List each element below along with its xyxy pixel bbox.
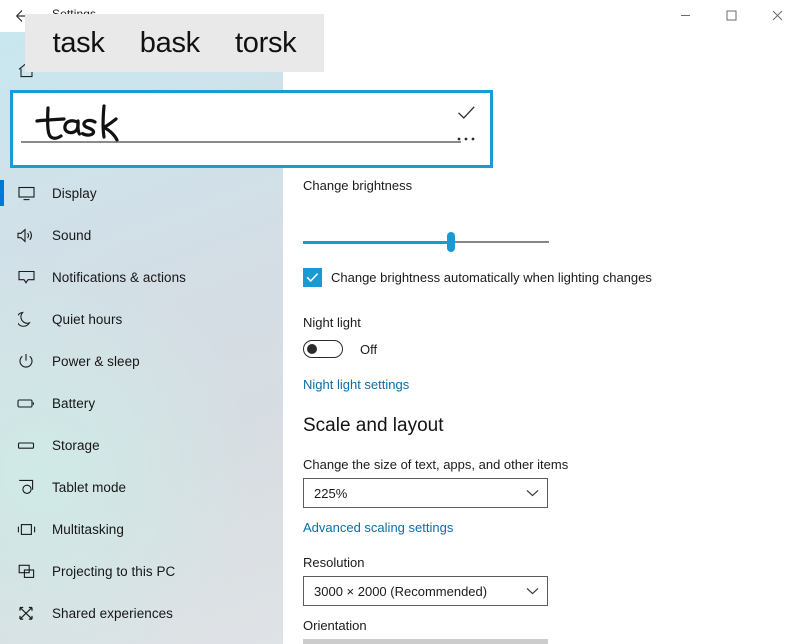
scale-and-layout-heading: Scale and layout	[303, 415, 444, 436]
auto-brightness-checkbox-row[interactable]: Change brightness automatically when lig…	[303, 268, 652, 287]
chevron-down-icon	[526, 587, 539, 595]
sidebar-item-label: Shared experiences	[52, 605, 173, 621]
sidebar-item-tablet-mode[interactable]: Tablet mode	[0, 466, 283, 508]
multitasking-icon	[0, 523, 52, 536]
sidebar-item-label: Storage	[52, 437, 100, 453]
monitor-icon	[0, 186, 52, 201]
sidebar-item-storage[interactable]: Storage	[0, 424, 283, 466]
sidebar-item-label: Power & sleep	[52, 353, 140, 369]
selection-indicator	[0, 180, 4, 206]
orientation-label: Orientation	[303, 618, 367, 633]
sidebar-item-notifications[interactable]: Notifications & actions	[0, 256, 283, 298]
close-button[interactable]	[754, 0, 800, 30]
sidebar-item-label: Quiet hours	[52, 311, 123, 327]
sidebar-item-label: Notifications & actions	[52, 269, 186, 285]
projecting-icon	[0, 564, 52, 579]
slider-thumb[interactable]	[447, 232, 455, 252]
suggestion-candidate-0[interactable]: task	[53, 27, 105, 60]
scale-dropdown[interactable]: 225%	[303, 478, 548, 508]
night-light-settings-link[interactable]: Night light settings	[303, 377, 409, 392]
sidebar-item-battery[interactable]: Battery	[0, 382, 283, 424]
notification-icon	[0, 270, 52, 285]
shared-experiences-icon	[0, 606, 52, 621]
handwriting-ink-stroke	[31, 101, 151, 151]
speaker-icon	[0, 227, 52, 243]
sidebar-item-label: Projecting to this PC	[52, 563, 176, 579]
handwriting-accept-button[interactable]	[452, 100, 480, 124]
resolution-dropdown-value: 3000 × 2000 (Recommended)	[314, 583, 488, 599]
suggestion-candidate-1[interactable]: bask	[140, 27, 200, 60]
sidebar-item-quiet-hours[interactable]: Quiet hours	[0, 298, 283, 340]
sidebar-item-display[interactable]: Display	[0, 172, 283, 214]
scale-size-label: Change the size of text, apps, and other…	[303, 457, 569, 472]
minimize-button[interactable]	[662, 0, 708, 30]
power-icon	[0, 353, 52, 369]
sidebar-item-shared-experiences[interactable]: Shared experiences	[0, 592, 283, 634]
toggle-knob	[307, 344, 317, 354]
maximize-button[interactable]	[708, 0, 754, 30]
night-light-toggle-row[interactable]: Off	[303, 340, 377, 358]
scale-dropdown-value: 225%	[314, 485, 348, 501]
sidebar-item-label: Tablet mode	[52, 479, 127, 495]
advanced-scaling-settings-link[interactable]: Advanced scaling settings	[303, 520, 453, 535]
resolution-dropdown[interactable]: 3000 × 2000 (Recommended)	[303, 576, 548, 606]
brightness-label: Change brightness	[303, 178, 413, 193]
moon-icon	[0, 311, 52, 327]
settings-window: Settings	[0, 0, 800, 644]
auto-brightness-label: Change brightness automatically when lig…	[331, 270, 652, 285]
night-light-toggle[interactable]	[303, 340, 343, 358]
sidebar-nav: Display Sound Notifications & actions Qu…	[0, 172, 283, 634]
sidebar-item-label: Battery	[52, 395, 96, 411]
sidebar-item-label: Multitasking	[52, 521, 124, 537]
orientation-dropdown: Landscape (flipped)	[303, 639, 548, 644]
resolution-label: Resolution	[303, 555, 365, 570]
sidebar-item-label: Sound	[52, 227, 92, 243]
sidebar-item-multitasking[interactable]: Multitasking	[0, 508, 283, 550]
sidebar-item-projecting[interactable]: Projecting to this PC	[0, 550, 283, 592]
tablet-icon	[0, 479, 52, 495]
chevron-down-icon	[526, 489, 539, 497]
window-controls	[662, 0, 800, 30]
handwriting-suggestion-bar: task bask torsk	[25, 14, 324, 72]
sidebar-item-sound[interactable]: Sound	[0, 214, 283, 256]
battery-icon	[0, 398, 52, 409]
sidebar-item-power-sleep[interactable]: Power & sleep	[0, 340, 283, 382]
auto-brightness-checkbox[interactable]	[303, 268, 322, 287]
brightness-slider[interactable]	[303, 232, 549, 252]
slider-fill	[303, 240, 451, 244]
storage-icon	[0, 440, 52, 451]
night-light-state: Off	[360, 341, 378, 357]
sidebar-item-label: Display	[52, 185, 97, 201]
suggestion-candidate-2[interactable]: torsk	[235, 27, 297, 60]
handwriting-input-panel[interactable]	[10, 90, 493, 168]
handwriting-more-options-button[interactable]	[452, 129, 480, 149]
night-light-label: Night light	[303, 315, 361, 330]
